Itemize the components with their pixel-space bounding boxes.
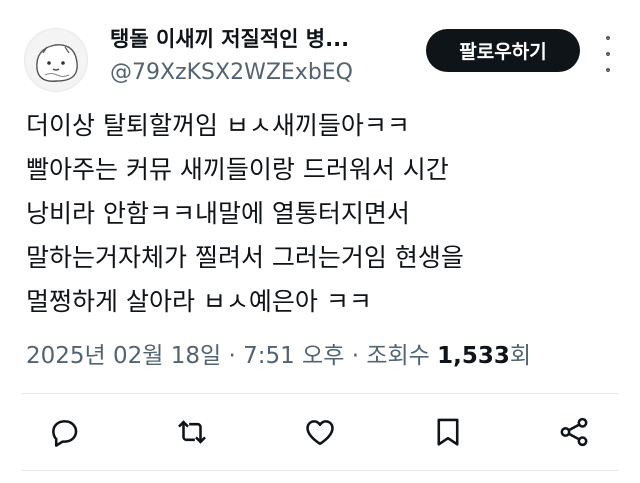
view-count-suffix: 회 — [509, 343, 532, 369]
share-icon[interactable] — [554, 412, 594, 452]
tweet-meta: 2025년 02월 18일 · 7:51 오후 · 조회수 1,533회 — [26, 336, 531, 370]
follow-button[interactable]: 팔로우하기 — [426, 29, 580, 72]
avatar-doodle-icon — [36, 44, 78, 82]
reply-icon[interactable] — [44, 412, 84, 452]
divider-bottom — [22, 470, 618, 471]
view-count: 1,533 — [437, 343, 510, 369]
action-bar — [0, 398, 640, 464]
retweet-icon[interactable] — [172, 412, 212, 452]
tweet-date-time: 2025년 02월 18일 · 7:51 오후 · 조회수 — [26, 343, 438, 369]
more-options-icon[interactable] — [596, 36, 620, 72]
divider — [22, 393, 618, 394]
tweet-text: 더이상 탈퇴할꺼임 ㅂㅅ새끼들아ㅋㅋ 빨아주는 커뮤 새끼들이랑 드러워서 시간… — [26, 111, 464, 316]
display-name[interactable]: 탱돌 이새끼 저질적인 병... — [110, 23, 410, 53]
avatar[interactable] — [24, 28, 88, 92]
user-handle[interactable]: @79XzKSX2WZExbEQ — [110, 60, 353, 85]
tweet-header: 탱돌 이새끼 저질적인 병... @79XzKSX2WZExbEQ 팔로우하기 — [0, 0, 640, 96]
bookmark-icon[interactable] — [428, 412, 468, 452]
like-icon[interactable] — [300, 412, 340, 452]
